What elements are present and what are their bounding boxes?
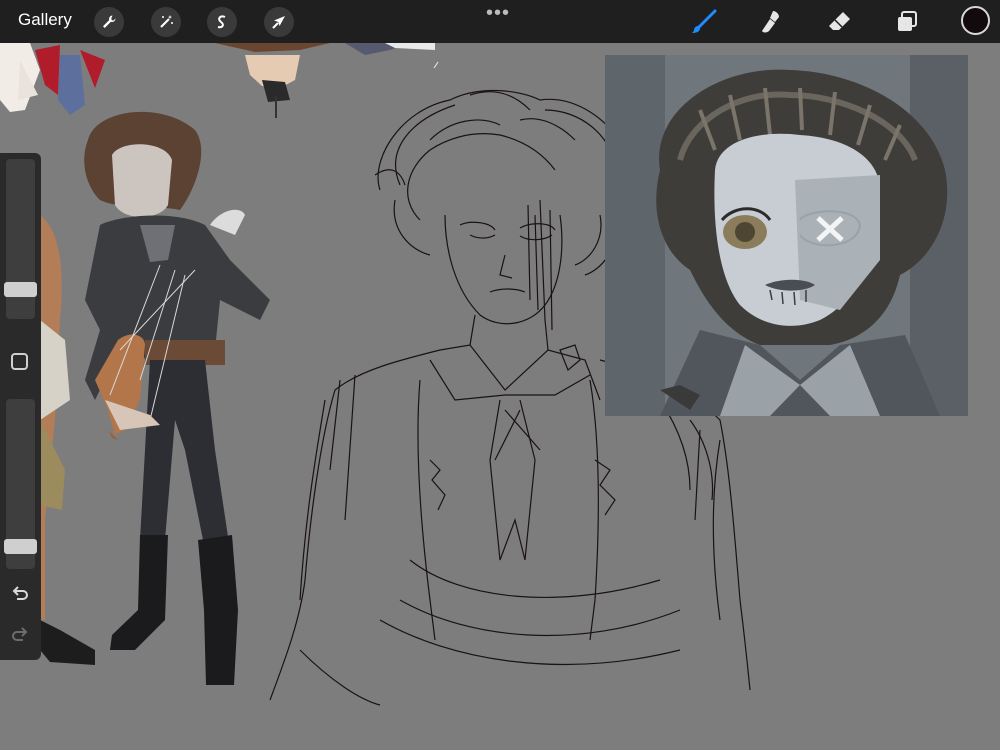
layers-button[interactable] <box>891 6 923 38</box>
cropped-character-fragment-top <box>215 43 435 118</box>
transform-arrow-icon <box>272 16 285 29</box>
reference-character-full-body <box>40 111 270 685</box>
reference-photo-group <box>605 55 968 416</box>
brush-size-thumb[interactable] <box>4 282 37 298</box>
modify-button[interactable] <box>11 353 28 370</box>
transform-button[interactable] <box>264 7 294 37</box>
selection-icon <box>217 15 226 29</box>
brush-icon <box>692 9 717 33</box>
canvas-artwork <box>0 43 968 706</box>
magic-wand-icon <box>160 15 173 28</box>
color-picker-button[interactable] <box>961 6 990 35</box>
more-options-button[interactable]: ••• <box>486 2 510 25</box>
opacity-thumb[interactable] <box>4 538 37 554</box>
redo-arrow-icon[interactable] <box>9 624 31 646</box>
gallery-button[interactable]: Gallery <box>18 10 72 30</box>
actions-wrench-button[interactable] <box>94 7 124 37</box>
layers-icon <box>898 11 917 31</box>
adjustments-wand-button[interactable] <box>151 7 181 37</box>
smudge-tool-button[interactable] <box>755 6 787 38</box>
brush-tool-button[interactable] <box>688 6 720 38</box>
wrench-icon <box>103 15 116 28</box>
sidebar-tools <box>0 153 41 660</box>
selection-button[interactable] <box>207 7 237 37</box>
cropped-character-fragment-left <box>0 43 105 115</box>
top-toolbar: Gallery ••• <box>0 0 1000 43</box>
undo-arrow-icon[interactable] <box>9 583 31 605</box>
eraser-icon <box>829 12 850 30</box>
drawing-canvas[interactable] <box>0 43 1000 750</box>
smudge-icon <box>762 11 779 33</box>
eraser-tool-button[interactable] <box>823 6 855 38</box>
